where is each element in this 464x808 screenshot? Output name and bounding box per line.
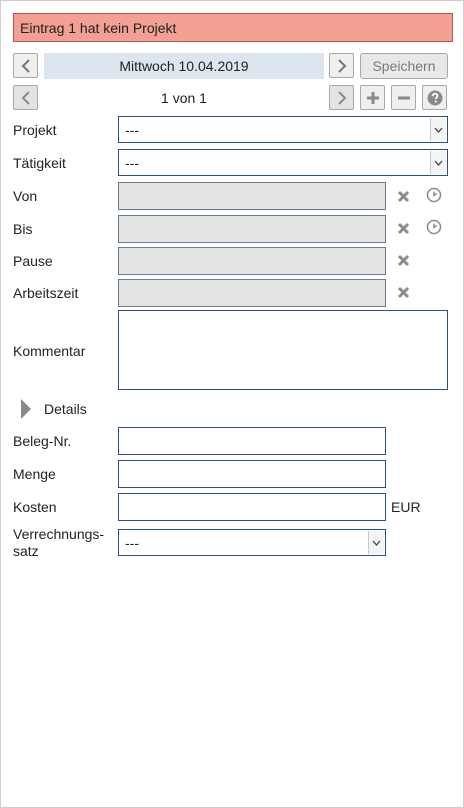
close-icon <box>397 222 409 234</box>
save-button-label: Speichern <box>372 58 436 74</box>
arbeitszeit-field[interactable] <box>118 279 386 307</box>
chevron-right-icon <box>337 58 346 73</box>
entry-counter-text: 1 von 1 <box>161 90 207 106</box>
save-button[interactable]: Speichern <box>360 53 448 79</box>
date-display[interactable]: Mittwoch 10.04.2019 <box>44 53 324 79</box>
kosten-label: Kosten <box>13 499 57 515</box>
close-icon <box>397 190 409 202</box>
bis-field[interactable] <box>118 215 386 243</box>
menge-input[interactable] <box>118 460 386 488</box>
remove-entry-button[interactable] <box>391 85 416 110</box>
verrechnungssatz-label-line1: Verrechnungs- <box>13 526 105 542</box>
error-banner: Eintrag 1 hat kein Projekt <box>13 13 453 42</box>
clear-von-button[interactable] <box>395 188 411 204</box>
chevron-down-icon <box>368 531 384 554</box>
clear-bis-button[interactable] <box>395 220 411 236</box>
verrechnungssatz-select[interactable]: --- <box>118 529 386 556</box>
details-toggle[interactable] <box>20 397 32 421</box>
taetigkeit-label: Tätigkeit <box>13 155 66 171</box>
verrechnungssatz-select-value: --- <box>125 534 139 551</box>
chevron-left-icon <box>21 58 30 73</box>
next-entry-button[interactable] <box>329 85 354 110</box>
clear-pause-button[interactable] <box>395 252 411 268</box>
clear-arbeitszeit-button[interactable] <box>395 284 411 300</box>
prev-day-button[interactable] <box>13 53 38 78</box>
projekt-select-value: --- <box>125 121 139 138</box>
verrechnungssatz-label: Verrechnungs- satz <box>13 526 104 560</box>
beleg-input[interactable] <box>118 427 386 455</box>
kommentar-textarea[interactable] <box>118 310 448 390</box>
menge-label: Menge <box>13 466 56 482</box>
error-banner-text: Eintrag 1 hat kein Projekt <box>20 19 177 36</box>
clock-icon <box>426 187 442 203</box>
von-label: Von <box>13 188 38 204</box>
app-frame: Eintrag 1 hat kein Projekt Mittwoch 10.0… <box>0 0 464 808</box>
verrechnungssatz-label-line2: satz <box>13 543 39 559</box>
chevron-down-icon <box>430 118 446 141</box>
currency-label: EUR <box>391 499 421 515</box>
taetigkeit-select-value: --- <box>125 154 139 171</box>
help-button[interactable] <box>422 85 447 110</box>
details-label[interactable]: Details <box>44 401 87 417</box>
close-icon <box>397 286 409 298</box>
chevron-down-icon <box>430 151 446 174</box>
taetigkeit-select[interactable]: --- <box>118 149 448 176</box>
bis-label: Bis <box>13 221 33 237</box>
next-day-button[interactable] <box>329 53 354 78</box>
question-icon <box>427 90 442 105</box>
triangle-right-icon <box>21 399 31 419</box>
von-field[interactable] <box>118 182 386 210</box>
pause-field[interactable] <box>118 247 386 275</box>
bis-time-button[interactable] <box>426 219 442 235</box>
chevron-right-icon <box>337 90 346 105</box>
projekt-label: Projekt <box>13 122 57 138</box>
plus-icon <box>366 91 379 104</box>
entry-counter: 1 von 1 <box>44 85 324 111</box>
von-time-button[interactable] <box>426 187 442 203</box>
chevron-left-icon <box>21 90 30 105</box>
pause-label: Pause <box>13 253 53 269</box>
close-icon <box>397 254 409 266</box>
prev-entry-button[interactable] <box>13 85 38 110</box>
projekt-select[interactable]: --- <box>118 116 448 143</box>
beleg-label: Beleg-Nr. <box>13 433 72 449</box>
kommentar-label: Kommentar <box>13 343 86 359</box>
arbeitszeit-label: Arbeitszeit <box>13 285 79 301</box>
minus-icon <box>397 96 410 99</box>
clock-icon <box>426 219 442 235</box>
add-entry-button[interactable] <box>360 85 385 110</box>
date-label: Mittwoch 10.04.2019 <box>119 58 249 74</box>
kosten-input[interactable] <box>118 493 386 521</box>
